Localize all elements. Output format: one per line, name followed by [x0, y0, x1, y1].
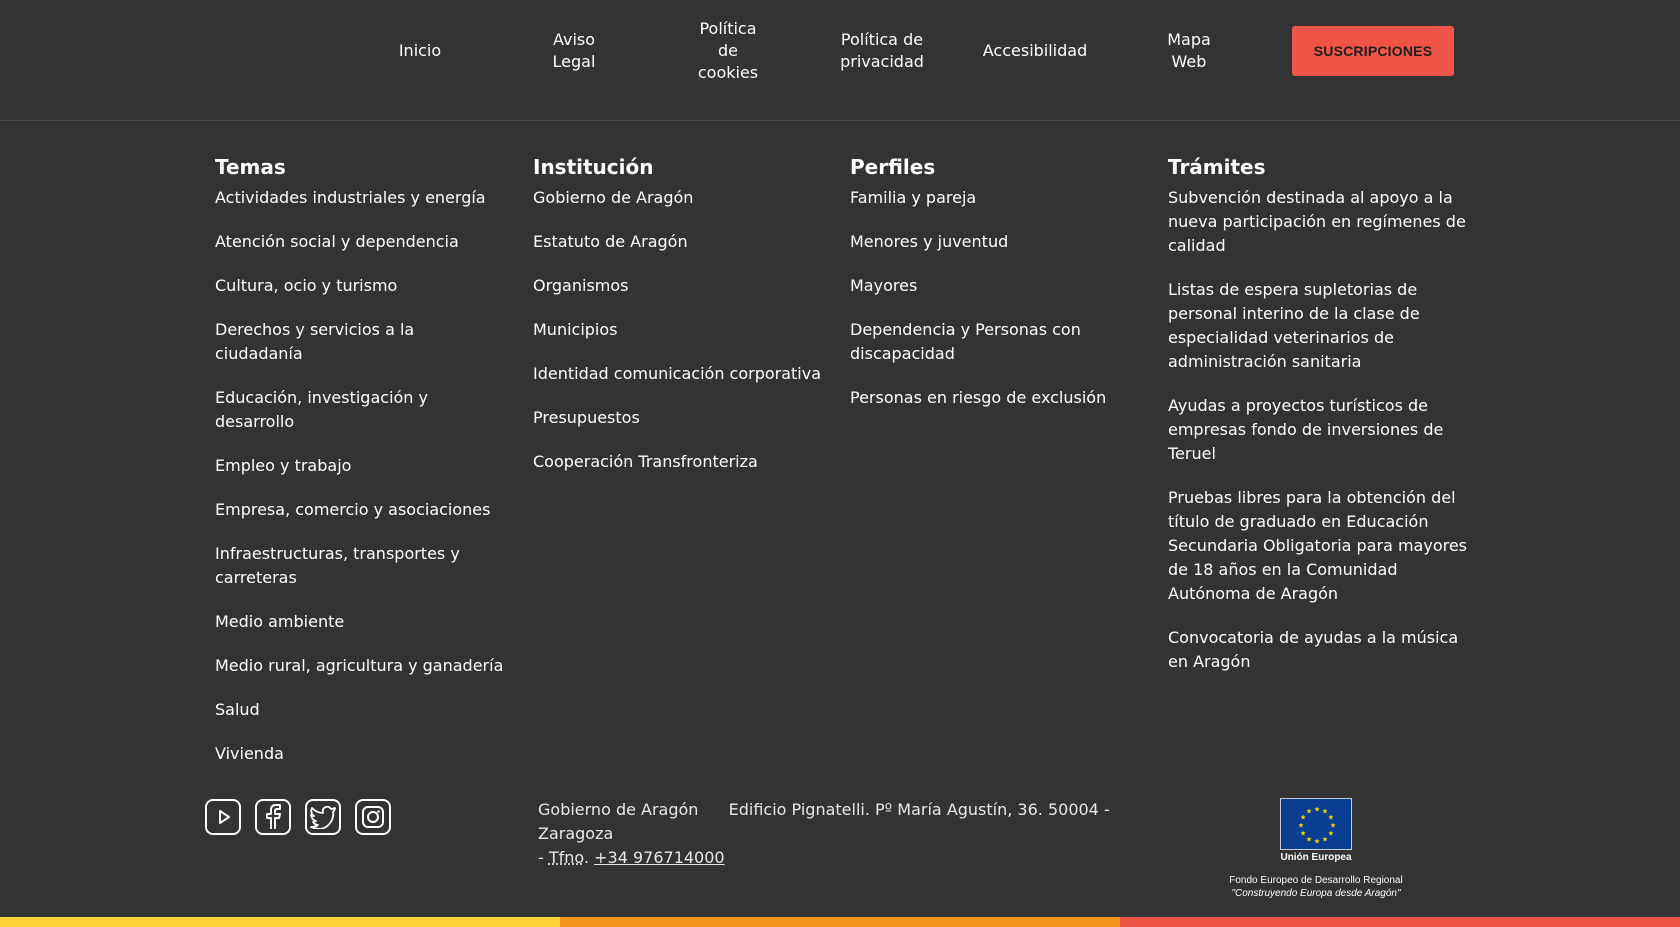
- eu-star: ★: [1328, 830, 1334, 838]
- footer-link[interactable]: Infraestructuras, transportes y carreter…: [215, 542, 505, 590]
- phone-link[interactable]: +34 976714000: [594, 848, 724, 867]
- footer-link[interactable]: Gobierno de Aragón: [533, 186, 823, 210]
- twitter-icon[interactable]: [305, 799, 341, 835]
- instagram-icon[interactable]: [355, 799, 391, 835]
- eu-star: ★: [1330, 822, 1336, 830]
- eu-star: ★: [1306, 835, 1312, 843]
- eu-funding-logo: ★ ★ ★ ★ ★ ★ ★ ★ ★ ★ ★ ★ Unión Europea Fondo Europeo…: [1210, 798, 1422, 899]
- footer-link[interactable]: Medio rural, agricultura y ganadería: [215, 654, 505, 678]
- footer-link[interactable]: Educación, investigación y desarrollo: [215, 386, 505, 434]
- stripe-orange: [560, 917, 1120, 927]
- subscriptions-button[interactable]: SUSCRIPCIONES: [1292, 26, 1454, 76]
- nav-link-label: Mapa: [1167, 30, 1211, 49]
- footer-link[interactable]: Municipios: [533, 318, 823, 342]
- footer-link[interactable]: Vivienda: [215, 742, 505, 766]
- eu-star: ★: [1298, 822, 1304, 830]
- footer-link[interactable]: Menores y juventud: [850, 230, 1125, 254]
- footer-top-nav: Inicio Aviso Legal Política de cookies P…: [0, 0, 1680, 121]
- footer-link[interactable]: Personas en riesgo de exclusión: [850, 386, 1125, 410]
- nav-link-politica-privacidad[interactable]: Política de privacidad: [832, 0, 932, 102]
- eu-star: ★: [1328, 814, 1334, 822]
- footer-link[interactable]: Dependencia y Personas con discapacidad: [850, 318, 1125, 366]
- nav-link-mapa-web[interactable]: Mapa Web: [1149, 0, 1229, 102]
- social-links: [205, 799, 391, 835]
- footer-link[interactable]: Pruebas libres para la obtención del tít…: [1168, 486, 1468, 606]
- nav-link-inicio[interactable]: Inicio: [380, 0, 460, 102]
- eu-fund-name: Fondo Europeo de Desarrollo Regional: [1229, 875, 1403, 886]
- footer-link[interactable]: Atención social y dependencia: [215, 230, 505, 254]
- stripe-yellow: [0, 917, 560, 927]
- contact-address: Gobierno de Aragón Edificio Pignatelli. …: [538, 798, 1138, 870]
- nav-link-label: Política: [699, 19, 757, 38]
- footer-column-temas: Temas Actividades industriales y energía…: [215, 152, 505, 786]
- phone-label: Tfno: [548, 848, 584, 867]
- link-list: Gobierno de Aragón Estatuto de Aragón Orga…: [533, 186, 823, 474]
- eu-flag-icon: ★ ★ ★ ★ ★ ★ ★ ★ ★ ★ ★ ★: [1280, 798, 1352, 850]
- eu-star: ★: [1300, 830, 1306, 838]
- footer-link[interactable]: Listas de espera supletorias de personal…: [1168, 278, 1468, 374]
- footer-link[interactable]: Familia y pareja: [850, 186, 1125, 210]
- footer-link[interactable]: Derechos y servicios a la ciudadanía: [215, 318, 505, 366]
- stripe-red: [1120, 917, 1680, 927]
- eu-caption: Unión Europea: [1280, 852, 1352, 863]
- footer-link[interactable]: Identidad comunicación corporativa: [533, 362, 823, 386]
- column-title: Institución: [533, 155, 654, 179]
- link-list: Subvención destinada al apoyo a la nueva…: [1168, 186, 1468, 674]
- footer-column-perfiles: Perfiles Familia y pareja Menores y juven…: [850, 152, 1125, 430]
- link-list: Actividades industriales y energía Atenci…: [215, 186, 505, 766]
- address-dash: -: [538, 848, 544, 867]
- nav-link-label: cookies: [697, 63, 759, 82]
- footer-link[interactable]: Estatuto de Aragón: [533, 230, 823, 254]
- eu-motto: "Construyendo Europa desde Aragón": [1231, 888, 1401, 899]
- nav-link-accesibilidad[interactable]: Accesibilidad: [975, 0, 1095, 102]
- footer-link[interactable]: Presupuestos: [533, 406, 823, 430]
- nav-link-label: privacidad: [840, 52, 924, 71]
- eu-star: ★: [1314, 838, 1320, 846]
- footer-link[interactable]: Empleo y trabajo: [215, 454, 505, 478]
- footer-column-institucion: Institución Gobierno de Aragón Estatuto d…: [533, 152, 823, 494]
- eu-star: ★: [1306, 808, 1312, 816]
- nav-link-aviso-legal[interactable]: Aviso Legal: [534, 0, 614, 102]
- footer-link[interactable]: Cultura, ocio y turismo: [215, 274, 505, 298]
- eu-star: ★: [1322, 835, 1328, 843]
- column-title: Perfiles: [850, 155, 936, 179]
- nav-link-label: Política de: [840, 30, 924, 49]
- footer-link[interactable]: Actividades industriales y energía: [215, 186, 505, 210]
- footer-link[interactable]: Convocatoria de ayudas a la música en Ar…: [1168, 626, 1468, 674]
- footer-link[interactable]: Mayores: [850, 274, 1125, 298]
- nav-link-label: Web: [1171, 52, 1207, 71]
- nav-link-label: Accesibilidad: [982, 41, 1088, 60]
- nav-link-label: de: [718, 41, 738, 60]
- column-title: Temas: [215, 155, 286, 179]
- footer-link[interactable]: Ayudas a proyectos turísticos de empresa…: [1168, 394, 1468, 466]
- footer-link[interactable]: Subvención destinada al apoyo a la nueva…: [1168, 186, 1468, 258]
- footer-column-tramites: Trámites Subvención destinada al apoyo a…: [1168, 152, 1468, 694]
- brand-color-stripes: [0, 917, 1680, 927]
- column-title: Trámites: [1168, 155, 1266, 179]
- link-list: Familia y pareja Menores y juventud Mayore…: [850, 186, 1125, 410]
- footer-link[interactable]: Salud: [215, 698, 505, 722]
- footer-link[interactable]: Cooperación Transfronteriza: [533, 450, 823, 474]
- footer-link[interactable]: Organismos: [533, 274, 823, 298]
- youtube-icon[interactable]: [205, 799, 241, 835]
- eu-star: ★: [1314, 806, 1320, 814]
- facebook-icon[interactable]: [255, 799, 291, 835]
- nav-link-label: Inicio: [398, 41, 442, 60]
- nav-link-politica-cookies[interactable]: Política de cookies: [688, 0, 768, 102]
- nav-link-label: Legal: [552, 52, 596, 71]
- footer-link[interactable]: Empresa, comercio y asociaciones: [215, 498, 505, 522]
- phone-separator: .: [583, 848, 590, 867]
- org-name: Gobierno de Aragón: [538, 800, 699, 819]
- footer-link[interactable]: Medio ambiente: [215, 610, 505, 634]
- nav-link-label: Aviso: [552, 30, 596, 49]
